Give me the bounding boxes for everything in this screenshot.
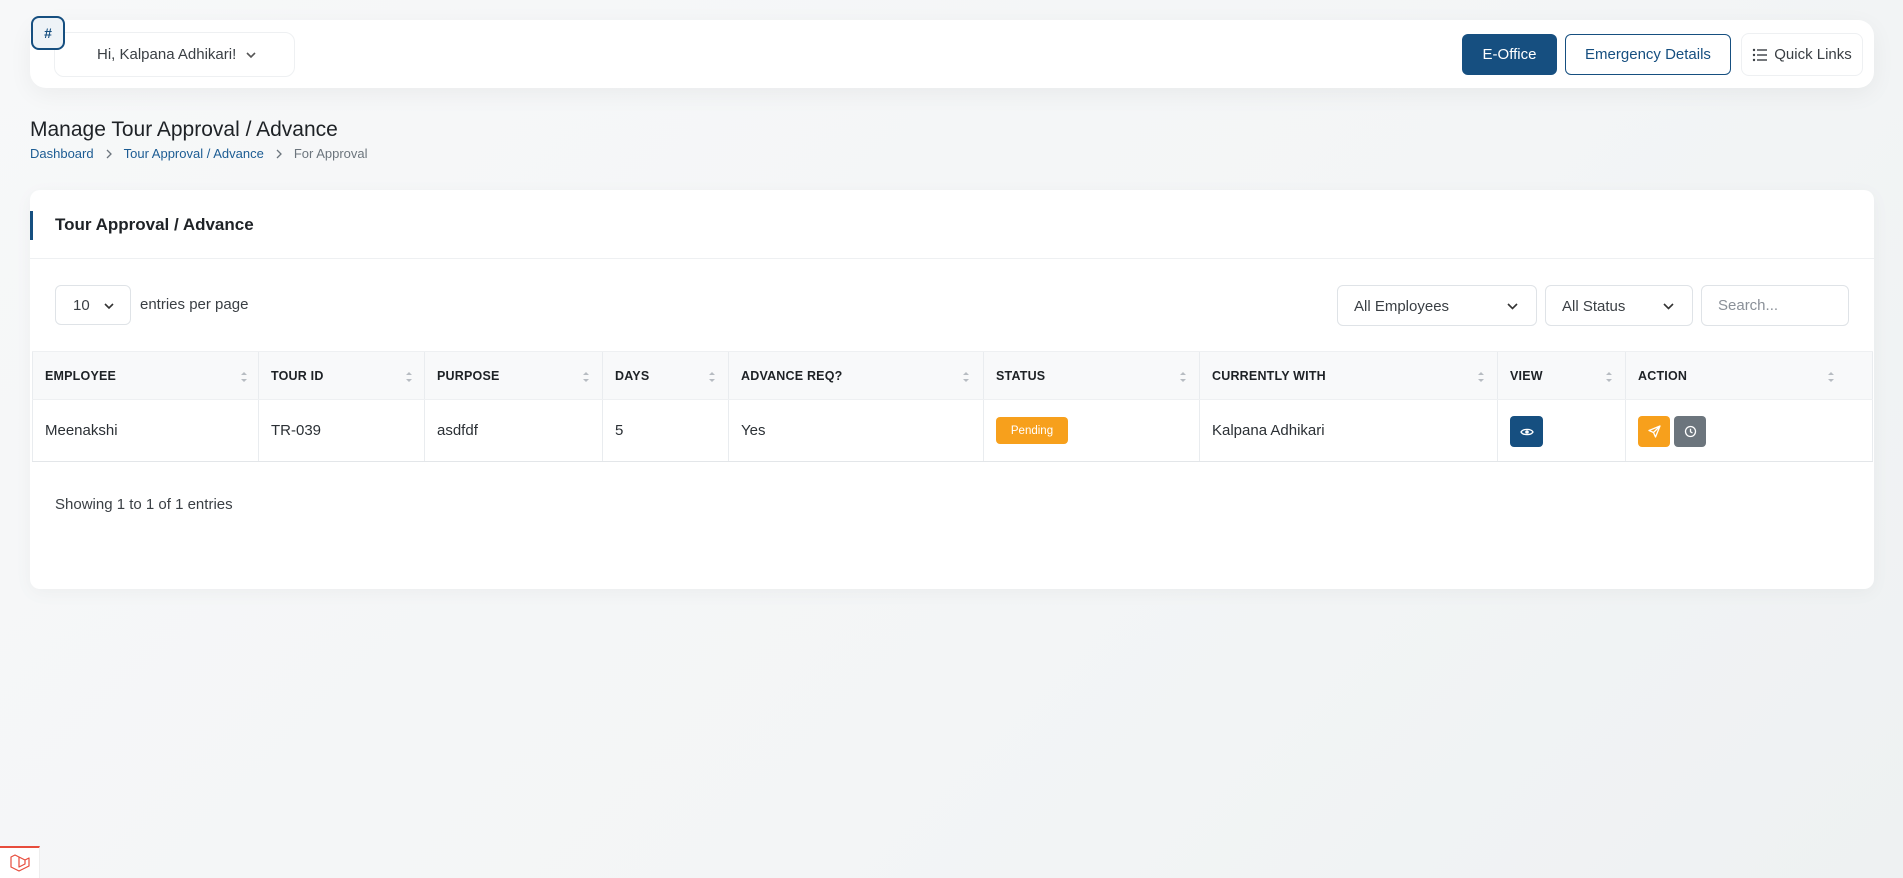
column-header-tour-id[interactable]: TOUR ID xyxy=(259,352,425,399)
table-header: EMPLOYEE TOUR ID PURPOSE DAYS ADVANCE RE… xyxy=(32,351,1873,400)
column-header-action[interactable]: ACTION xyxy=(1626,352,1873,399)
page-title: Manage Tour Approval / Advance xyxy=(30,118,338,141)
laravel-logo-icon[interactable] xyxy=(0,846,40,878)
breadcrumb-tour-approval[interactable]: Tour Approval / Advance xyxy=(124,146,264,161)
table-row: Meenakshi TR-039 asdfdf 5 Yes Pending Ka… xyxy=(32,400,1873,462)
column-header-view[interactable]: VIEW xyxy=(1498,352,1626,399)
send-icon xyxy=(1647,425,1661,438)
status-filter-select[interactable]: All Status xyxy=(1545,285,1693,326)
cell-action xyxy=(1626,400,1873,461)
card-title: Tour Approval / Advance xyxy=(55,215,254,234)
avatar: # xyxy=(31,16,65,50)
sort-icon xyxy=(241,372,247,382)
sort-icon xyxy=(709,372,715,382)
cell-employee: Meenakshi xyxy=(32,400,259,461)
column-header-purpose[interactable]: PURPOSE xyxy=(425,352,603,399)
cell-purpose: asdfdf xyxy=(425,400,603,461)
sort-icon xyxy=(963,372,969,382)
user-greeting[interactable]: Hi, Kalpana Adhikari! xyxy=(97,46,236,63)
entries-per-page-select[interactable]: 10 xyxy=(55,285,131,325)
chevron-down-icon xyxy=(1507,303,1518,310)
laravel-icon xyxy=(9,854,30,872)
eye-icon xyxy=(1519,428,1534,435)
table-info: Showing 1 to 1 of 1 entries xyxy=(55,496,233,513)
history-button[interactable] xyxy=(1674,416,1706,447)
cell-days: 5 xyxy=(603,400,729,461)
chevron-down-icon xyxy=(1663,303,1674,310)
tour-approval-card: Tour Approval / Advance 10 entries per p… xyxy=(30,190,1874,589)
sort-icon xyxy=(1180,372,1186,382)
quick-links-label: Quick Links xyxy=(1774,46,1852,63)
status-filter-value: All Status xyxy=(1562,298,1626,315)
entries-per-page-label: entries per page xyxy=(140,296,249,313)
sort-icon xyxy=(583,372,589,382)
column-header-employee[interactable]: EMPLOYEE xyxy=(32,352,259,399)
column-header-status[interactable]: STATUS xyxy=(984,352,1200,399)
chevron-down-icon xyxy=(104,303,114,310)
sort-icon xyxy=(1478,372,1484,382)
e-office-button[interactable]: E-Office xyxy=(1462,34,1557,75)
employee-filter-value: All Employees xyxy=(1354,298,1450,315)
quick-links-button[interactable]: Quick Links xyxy=(1741,33,1863,76)
search-input[interactable] xyxy=(1701,285,1849,326)
column-header-currently-with[interactable]: CURRENTLY WITH xyxy=(1200,352,1498,399)
column-header-days[interactable]: DAYS xyxy=(603,352,729,399)
breadcrumb-current: For Approval xyxy=(293,146,368,161)
list-icon xyxy=(1753,48,1768,61)
chevron-right-icon xyxy=(106,149,112,158)
breadcrumb-dashboard[interactable]: Dashboard xyxy=(30,146,94,161)
sort-icon xyxy=(1606,372,1612,382)
cell-view xyxy=(1498,400,1626,461)
cell-status: Pending xyxy=(984,400,1200,461)
column-header-advance[interactable]: ADVANCE REQ? xyxy=(729,352,984,399)
card-header: Tour Approval / Advance xyxy=(30,190,1874,259)
entries-value: 10 xyxy=(73,297,90,314)
sort-icon xyxy=(406,372,412,382)
breadcrumb: Dashboard Tour Approval / Advance For Ap… xyxy=(30,146,368,161)
employee-filter-select[interactable]: All Employees xyxy=(1337,285,1537,326)
cell-currently-with: Kalpana Adhikari xyxy=(1200,400,1498,461)
history-icon xyxy=(1684,425,1696,438)
sort-icon xyxy=(1828,372,1834,382)
view-button[interactable] xyxy=(1510,416,1543,447)
chevron-down-icon[interactable] xyxy=(244,48,258,62)
header-accent-bar xyxy=(30,211,33,240)
cell-advance: Yes xyxy=(729,400,984,461)
emergency-details-button[interactable]: Emergency Details xyxy=(1565,34,1731,75)
cell-tour-id: TR-039 xyxy=(259,400,425,461)
chevron-right-icon xyxy=(276,149,282,158)
status-badge: Pending xyxy=(996,417,1068,444)
forward-button[interactable] xyxy=(1638,416,1670,447)
